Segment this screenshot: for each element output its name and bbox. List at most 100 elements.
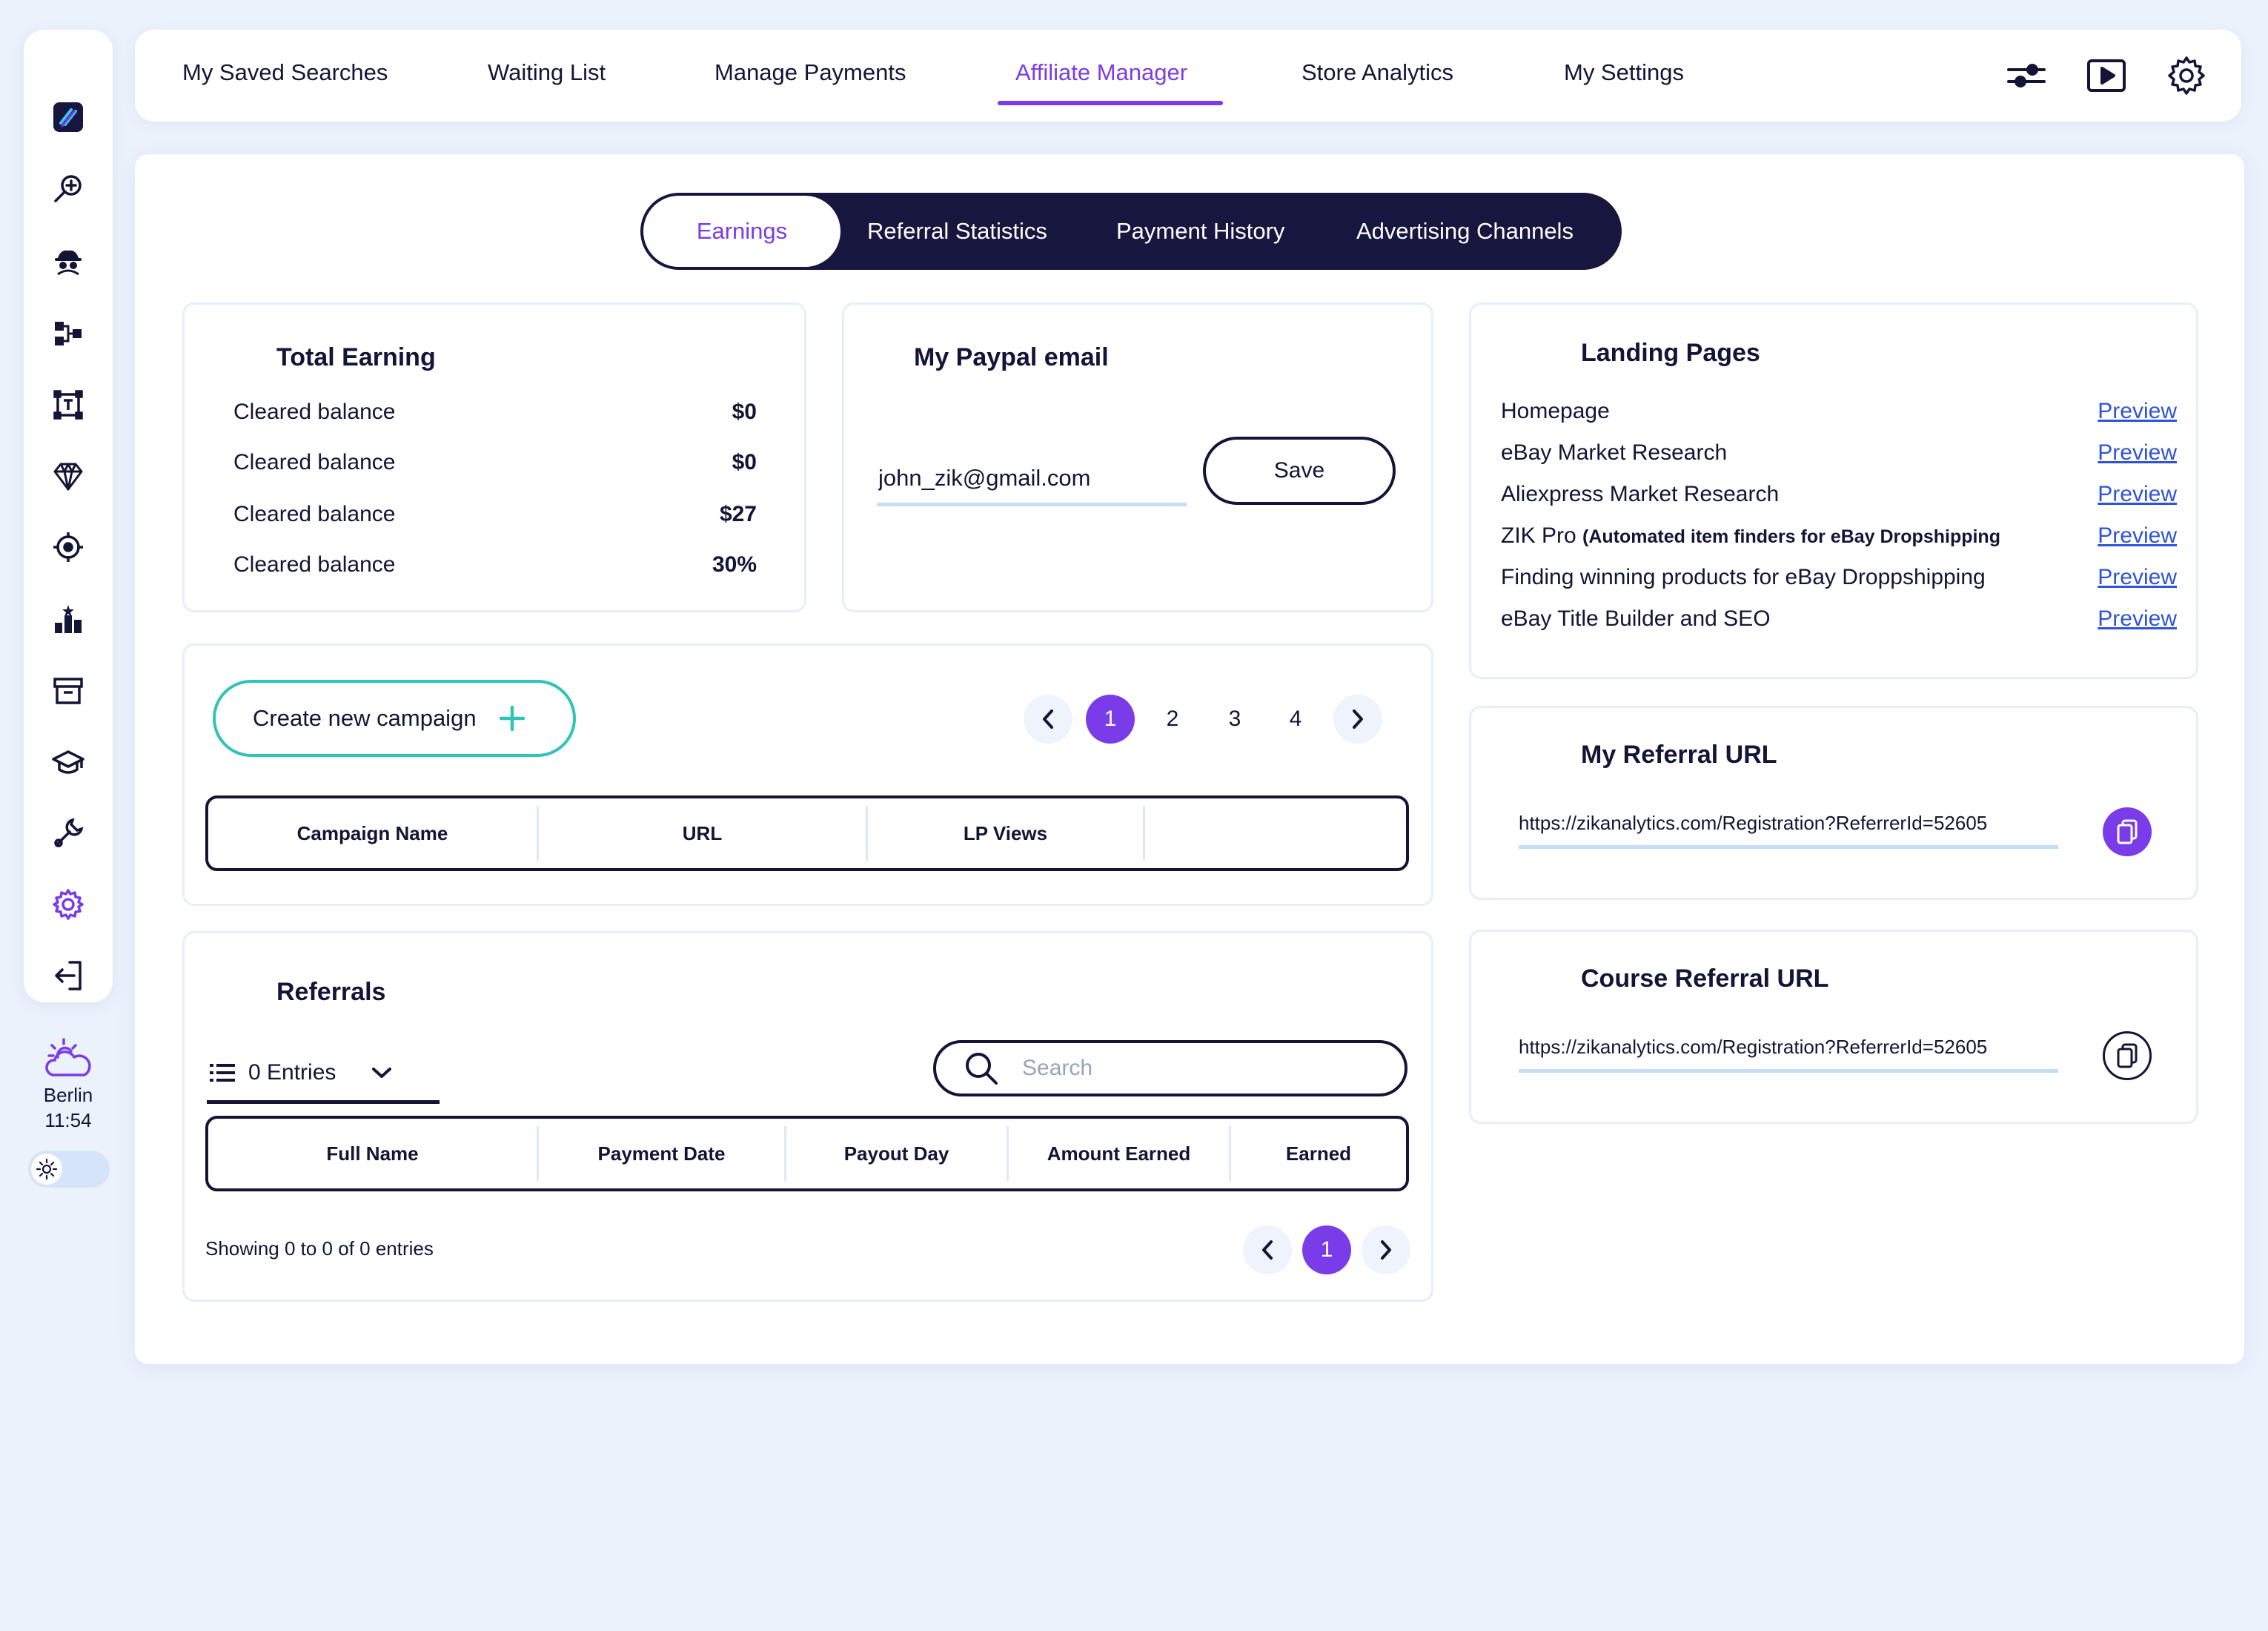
search-input[interactable] <box>1022 1056 1378 1081</box>
referral-url-text: https://zikanalytics.com/Registration?Re… <box>1519 812 2058 849</box>
preview-link[interactable]: Preview <box>2098 440 2177 466</box>
sun-icon <box>31 1154 62 1185</box>
total-earning-card: Total Earning Cleared balance $0 Cleared… <box>182 302 806 612</box>
landing-page-row: Homepage Preview <box>1501 397 2177 426</box>
plus-icon <box>499 705 525 732</box>
column-url[interactable]: URL <box>539 806 868 861</box>
create-campaign-label: Create new campaign <box>253 705 477 731</box>
page-button-3[interactable]: 3 <box>1210 695 1259 744</box>
column-campaign-name[interactable]: Campaign Name <box>208 806 539 861</box>
search-icon <box>966 1053 998 1085</box>
target-icon[interactable] <box>44 523 92 571</box>
landing-page-row: eBay Title Builder and SEO Preview <box>1501 604 2177 634</box>
video-play-icon[interactable] <box>2086 55 2127 96</box>
copy-icon <box>2117 1043 2138 1068</box>
preview-link[interactable]: Preview <box>2098 606 2177 632</box>
referrals-next-page-button[interactable] <box>1362 1225 1410 1274</box>
balance-label: Cleared balance <box>233 400 396 424</box>
chevron-left-icon <box>1043 709 1053 729</box>
tab-waiting-list[interactable]: Waiting List <box>488 59 606 86</box>
column-full-name[interactable]: Full Name <box>208 1126 539 1181</box>
paypal-email-field[interactable] <box>877 453 1187 506</box>
landing-page-name: eBay Market Research <box>1501 440 1728 465</box>
main-panel: Earnings Referral Statistics Payment His… <box>135 154 2244 1364</box>
showing-entries-text: Showing 0 to 0 of 0 entries <box>205 1237 434 1260</box>
copy-icon <box>2117 819 2138 844</box>
campaigns-card: Create new campaign 1 2 3 4 Campaign Nam… <box>182 644 1433 906</box>
archive-icon[interactable] <box>44 667 92 715</box>
flow-icon[interactable] <box>44 310 92 357</box>
tab-affiliate-manager[interactable]: Affiliate Manager <box>1015 59 1187 86</box>
landing-page-name: Homepage <box>1501 399 1610 423</box>
top-navigation: My Saved Searches Waiting List Manage Pa… <box>135 30 2241 122</box>
logo-icon[interactable] <box>44 93 92 141</box>
preview-link[interactable]: Preview <box>2098 523 2177 549</box>
save-button[interactable]: Save <box>1203 437 1396 505</box>
referral-url-title: My Referral URL <box>1581 741 1777 769</box>
course-referral-url-text: https://zikanalytics.com/Registration?Re… <box>1519 1036 2058 1073</box>
preview-link[interactable]: Preview <box>2098 482 2177 507</box>
leaderboard-icon[interactable] <box>44 596 92 644</box>
page-button-1[interactable]: 1 <box>1086 695 1135 744</box>
balance-row: Cleared balance 30% <box>233 552 757 578</box>
logout-icon[interactable] <box>44 952 92 999</box>
theme-toggle[interactable] <box>28 1151 110 1188</box>
next-page-button[interactable] <box>1333 695 1382 744</box>
search-box <box>933 1040 1407 1096</box>
subtab-payment-history[interactable]: Payment History <box>1116 193 1284 270</box>
copy-referral-url-button[interactable] <box>2103 807 2152 856</box>
landing-page-row: ZIK Pro (Automated item finders for eBay… <box>1501 521 2177 551</box>
column-payout-day[interactable]: Payout Day <box>786 1126 1009 1181</box>
chevron-left-icon <box>1262 1240 1273 1260</box>
graduation-cap-icon[interactable] <box>44 738 92 786</box>
weather-city: Berlin <box>43 1084 93 1106</box>
campaigns-table-header: Campaign Name URL LP Views <box>205 795 1409 871</box>
gear-icon[interactable] <box>2166 55 2207 96</box>
settings-icon[interactable] <box>44 881 92 928</box>
referrals-prev-page-button[interactable] <box>1243 1225 1292 1274</box>
sliders-icon[interactable] <box>2006 55 2047 96</box>
entries-dropdown[interactable]: 0 Entries <box>207 1045 440 1104</box>
list-icon <box>210 1063 235 1082</box>
balance-value: 30% <box>712 552 757 577</box>
referrals-table-header: Full Name Payment Date Payout Day Amount… <box>205 1116 1409 1191</box>
text-frame-icon[interactable] <box>44 381 92 429</box>
tab-my-saved-searches[interactable]: My Saved Searches <box>182 59 388 86</box>
balance-row: Cleared balance $0 <box>233 450 757 475</box>
weather-widget: Berlin 11:54 <box>24 1035 113 1133</box>
prev-page-button[interactable] <box>1024 695 1072 744</box>
balance-row: Cleared balance $27 <box>233 502 757 527</box>
column-amount-earned[interactable]: Amount Earned <box>1009 1126 1231 1181</box>
page-button-2[interactable]: 2 <box>1148 695 1197 744</box>
page-button-4[interactable]: 4 <box>1271 695 1320 744</box>
balance-row: Cleared balance $0 <box>233 400 757 425</box>
tab-store-analytics[interactable]: Store Analytics <box>1302 59 1453 86</box>
column-actions <box>1145 806 1406 861</box>
chevron-right-icon <box>1353 709 1363 729</box>
subtab-advertising-channels[interactable]: Advertising Channels <box>1356 193 1574 270</box>
landing-pages-title: Landing Pages <box>1581 339 1760 367</box>
search-plus-icon[interactable] <box>44 165 92 212</box>
landing-page-name: Finding winning products for eBay Dropps… <box>1501 565 1986 589</box>
referrals-page-button-1[interactable]: 1 <box>1302 1225 1351 1274</box>
paypal-card: My Paypal email Save <box>842 302 1433 612</box>
course-referral-url-title: Course Referral URL <box>1581 965 1829 993</box>
chevron-right-icon <box>1381 1240 1391 1260</box>
preview-link[interactable]: Preview <box>2098 399 2177 424</box>
column-payment-date[interactable]: Payment Date <box>539 1126 786 1181</box>
wrench-icon[interactable] <box>44 810 92 857</box>
create-campaign-button[interactable]: Create new campaign <box>213 680 576 757</box>
referrals-title: Referrals <box>276 978 386 1006</box>
subtab-referral-statistics[interactable]: Referral Statistics <box>867 193 1047 270</box>
preview-link[interactable]: Preview <box>2098 565 2177 590</box>
spy-icon[interactable] <box>44 237 92 285</box>
subtab-earnings[interactable]: Earnings <box>643 196 840 267</box>
balance-value: $0 <box>732 450 757 474</box>
tab-manage-payments[interactable]: Manage Payments <box>714 59 906 86</box>
tab-my-settings[interactable]: My Settings <box>1564 59 1684 86</box>
copy-course-url-button[interactable] <box>2103 1031 2152 1080</box>
diamond-icon[interactable] <box>44 452 92 500</box>
cloud-sun-icon <box>45 1038 91 1076</box>
column-lp-views[interactable]: LP Views <box>868 806 1145 861</box>
column-earned[interactable]: Earned <box>1231 1126 1406 1181</box>
